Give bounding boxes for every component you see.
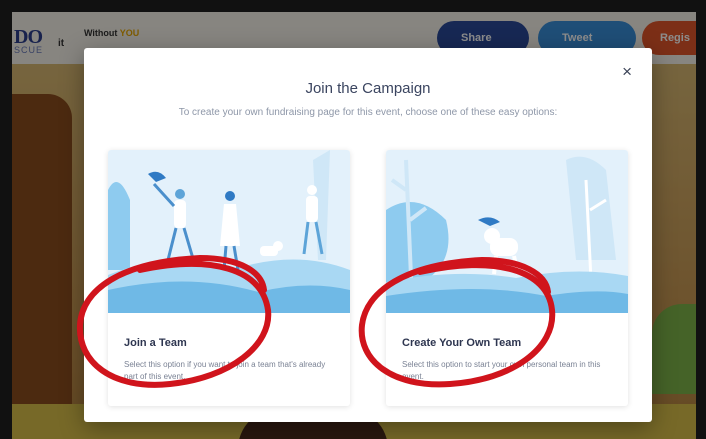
join-campaign-modal: × Join the Campaign To create your own f…: [84, 48, 652, 422]
join-team-card[interactable]: Join a Team Select this option if you wa…: [108, 150, 350, 406]
close-button[interactable]: ×: [622, 62, 632, 82]
join-team-description: Select this option if you want to join a…: [124, 360, 326, 381]
dog-with-frisbee-illustration: [386, 150, 628, 313]
modal-title: Join the Campaign: [305, 80, 431, 97]
screen: DO SCUE it Without YOU Share Tweet Regis…: [12, 12, 696, 439]
join-team-title: Join a Team: [124, 337, 187, 349]
create-team-description: Select this option to start your own per…: [402, 360, 601, 381]
create-team-card[interactable]: Create Your Own Team Select this option …: [386, 150, 628, 406]
create-team-title: Create Your Own Team: [402, 337, 522, 349]
modal-subtitle: To create your own fundraising page for …: [178, 107, 558, 118]
close-icon: ×: [622, 62, 632, 81]
people-walking-dog-illustration: [108, 150, 350, 313]
